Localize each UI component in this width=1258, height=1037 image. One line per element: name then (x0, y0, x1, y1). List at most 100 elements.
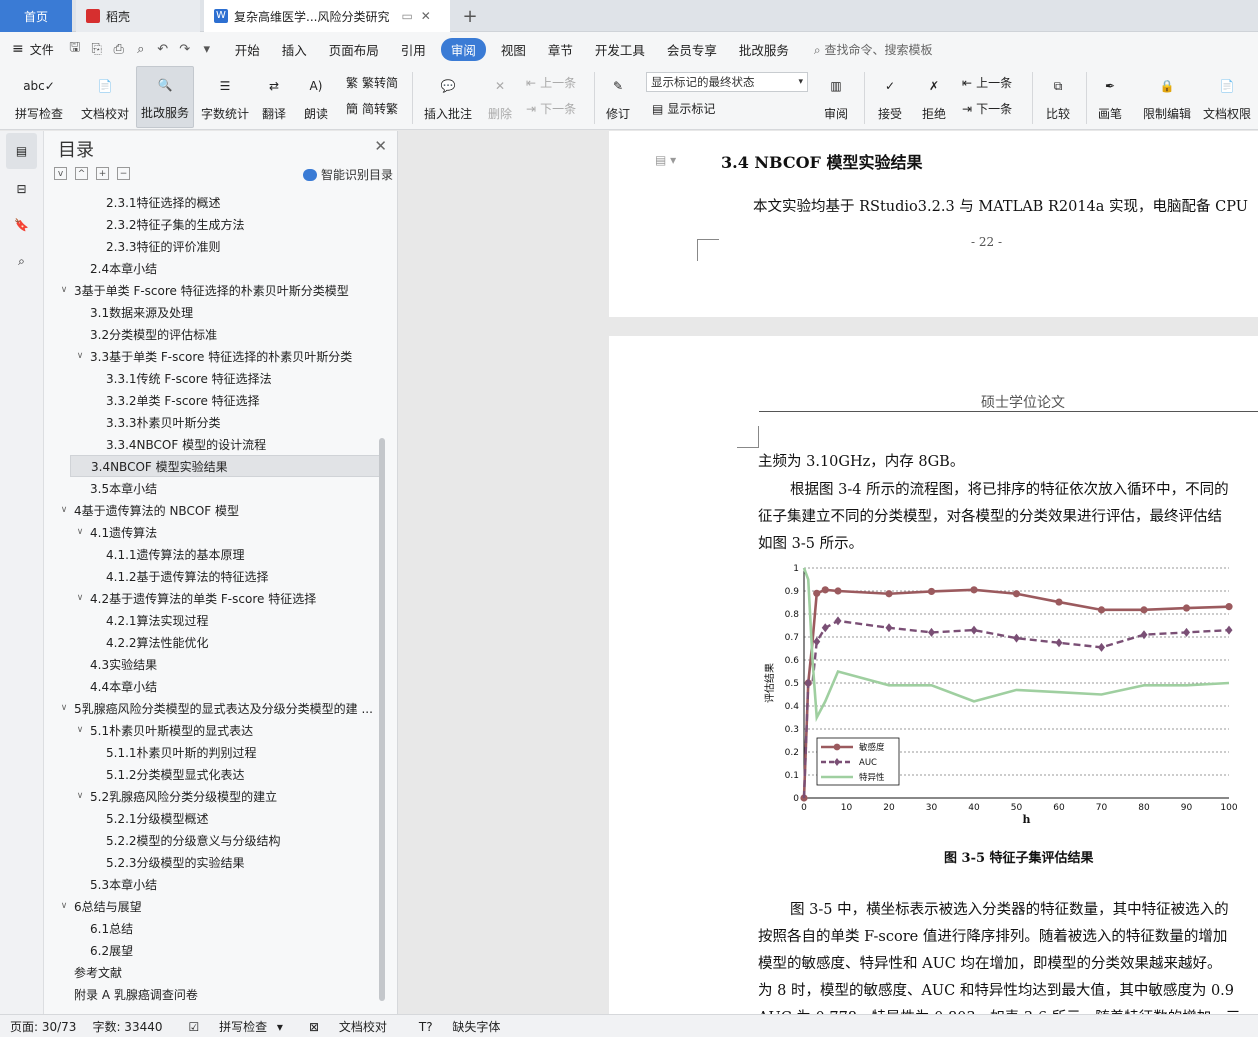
toc-item[interactable]: 附录 A 乳腺癌调查问卷 (44, 983, 384, 1005)
toc-item[interactable]: 6.2展望 (44, 939, 384, 961)
compare-button[interactable]: ⧉ 比较 (1038, 66, 1078, 128)
search-icon[interactable]: ⌕ (0, 243, 43, 279)
tab-daoke[interactable]: 稻壳 (76, 0, 200, 32)
menu-layout[interactable]: 页面布局 (318, 40, 390, 59)
toc-item[interactable]: 3.3.2单类 F-score 特征选择 (44, 389, 384, 411)
chevron-down-icon[interactable]: ∨ (74, 791, 86, 801)
toc-item[interactable]: 3.3.4NBCOF 模型的设计流程 (44, 433, 384, 455)
next-change-button[interactable]: ⇥ 下一条 (962, 100, 1012, 117)
menu-insert[interactable]: 插入 (271, 40, 318, 59)
toc-item[interactable]: ∨ 4.1遗传算法 (44, 521, 384, 543)
save-icon[interactable]: 🖫 (64, 38, 86, 60)
toc-item[interactable]: 4.3实验结果 (44, 653, 384, 675)
review-pane-button[interactable]: ▥ 审阅 (816, 66, 856, 128)
heading-style-icon[interactable]: ▤ ▾ (655, 153, 676, 167)
pin-icon[interactable]: ▭ (401, 9, 412, 23)
toc-item[interactable]: 2.4本章小结 (44, 257, 384, 279)
toc-item[interactable]: ∨ 4基于遗传算法的 NBCOF 模型 (44, 499, 384, 521)
smart-toc-button[interactable]: 智能识别目录 (302, 166, 393, 183)
toc-item[interactable]: ∨ 5.2乳腺癌风险分类分级模型的建立 (44, 785, 384, 807)
toc-item[interactable]: 3.1数据来源及处理 (44, 301, 384, 323)
menu-reference[interactable]: 引用 (390, 40, 437, 59)
toc-item[interactable]: ∨ 6总结与展望 (44, 895, 384, 917)
chevron-down-icon[interactable]: ∨ (74, 725, 86, 735)
translate-button[interactable]: ⇄ 翻译 (256, 66, 292, 128)
toc-item[interactable]: 3.4NBCOF 模型实验结果 (70, 455, 384, 477)
pen-button[interactable]: ✒ 画笔 (1092, 66, 1128, 128)
toc-item[interactable]: 5.2.2模型的分级意义与分级结构 (44, 829, 384, 851)
toc-item[interactable]: 4.2.1算法实现过程 (44, 609, 384, 631)
menu-devtools[interactable]: 开发工具 (584, 40, 656, 59)
toc-item[interactable]: 3.5本章小结 (44, 477, 384, 499)
export-icon[interactable]: ⎘ (86, 42, 108, 57)
add-icon[interactable]: + (96, 167, 109, 180)
toc-item[interactable]: ∨ 3基于单类 F-score 特征选择的朴素贝叶斯分类模型 (44, 279, 384, 301)
insert-comment-button[interactable]: 💬 插入批注 (420, 66, 476, 128)
doc-check-button[interactable]: 📄 文档校对 (76, 66, 134, 128)
redo-icon[interactable]: ↷ (174, 42, 196, 57)
toc-item[interactable]: 5.1.2分类模型显式化表达 (44, 763, 384, 785)
bookmark-icon[interactable]: 🔖 (0, 207, 43, 243)
doc-check-status[interactable]: ⊠ 文档校对 (299, 1018, 393, 1035)
delete-comment-button[interactable]: ✕ 删除 (480, 66, 520, 128)
markup-state-select[interactable]: 显示标记的最终状态 ▾ (646, 72, 808, 92)
toc-item[interactable]: 参考文献 (44, 961, 384, 983)
simp-to-trad-button[interactable]: 簡简转繁 (346, 100, 398, 117)
toc-item[interactable]: 3.2分类模型的评估标准 (44, 323, 384, 345)
toc-scrollbar[interactable] (379, 438, 385, 1001)
toc-item[interactable]: 6.1总结 (44, 917, 384, 939)
toc-panel-icon[interactable]: ▤ (6, 133, 37, 169)
trad-to-simp-button[interactable]: 繁繁转简 (346, 74, 398, 91)
minus-icon[interactable]: − (117, 167, 130, 180)
chevron-down-icon[interactable]: ∨ (74, 527, 86, 537)
review-service-button[interactable]: 🔍 批改服务 (136, 66, 194, 128)
chevron-down-icon[interactable]: ∨ (74, 351, 86, 361)
toc-item[interactable]: ∨ 3.3基于单类 F-score 特征选择的朴素贝叶斯分类 (44, 345, 384, 367)
doc-permission-button[interactable]: 📄 文档权限 (1198, 66, 1256, 128)
chevron-down-icon[interactable]: ∨ (58, 703, 70, 713)
toc-item[interactable]: 5.2.1分级模型概述 (44, 807, 384, 829)
command-search[interactable]: ⌕ 查找命令、搜索模板 (814, 41, 933, 58)
close-tab-icon[interactable]: ✕ (421, 9, 431, 23)
track-changes-button[interactable]: ✎ 修订 (600, 66, 636, 128)
menu-chapter[interactable]: 章节 (537, 40, 584, 59)
chevron-down-icon[interactable]: ∨ (58, 505, 70, 515)
menu-review[interactable]: 审阅 (440, 37, 486, 61)
prev-change-button[interactable]: ⇤ 上一条 (962, 74, 1012, 91)
missing-font-status[interactable]: T? 缺失字体 (409, 1018, 507, 1035)
menu-member[interactable]: 会员专享 (656, 40, 728, 59)
toc-item[interactable]: ∨ 4.2基于遗传算法的单类 F-score 特征选择 (44, 587, 384, 609)
expand-up-icon[interactable]: ^ (75, 167, 88, 180)
undo-icon[interactable]: ↶ (152, 42, 174, 57)
word-count-button[interactable]: ☰ 字数统计 (198, 66, 252, 128)
file-menu[interactable]: ≡ 文件 (0, 41, 54, 58)
navigation-icon[interactable]: ⊟ (0, 171, 43, 207)
toc-item[interactable]: 2.3.2特征子集的生成方法 (44, 213, 384, 235)
spell-check-button[interactable]: abc✓ 拼写检查 (6, 66, 72, 128)
word-count[interactable]: 字数: 33440 (92, 1018, 162, 1035)
print-icon[interactable]: ⎙ (108, 42, 130, 57)
toc-item[interactable]: 5.2.3分级模型的实验结果 (44, 851, 384, 873)
spell-check-status[interactable]: ☑ 拼写检查 ▾ (179, 1018, 283, 1035)
new-tab-button[interactable]: + (456, 0, 484, 32)
toc-item[interactable]: 4.2.2算法性能优化 (44, 631, 384, 653)
menu-start[interactable]: 开始 (224, 40, 271, 59)
toc-item[interactable]: ∨ 5.1朴素贝叶斯模型的显式表达 (44, 719, 384, 741)
preview-icon[interactable]: ⌕ (130, 42, 152, 57)
chevron-down-icon[interactable]: ∨ (58, 901, 70, 911)
toc-item[interactable]: 4.4本章小结 (44, 675, 384, 697)
toc-item[interactable]: 2.3.1特征选择的概述 (44, 191, 384, 213)
toc-item[interactable]: 4.1.2基于遗传算法的特征选择 (44, 565, 384, 587)
show-markup-button[interactable]: ▤ 显示标记 (652, 100, 715, 117)
toc-item[interactable]: 4.1.1遗传算法的基本原理 (44, 543, 384, 565)
toc-item[interactable]: ∨ 5乳腺癌风险分类模型的显式表达及分级分类模型的建 ... (44, 697, 384, 719)
read-aloud-button[interactable]: A) 朗读 (296, 66, 336, 128)
toc-item[interactable]: 5.1.1朴素贝叶斯的判别过程 (44, 741, 384, 763)
restrict-edit-button[interactable]: 🔒 限制编辑 (1138, 66, 1196, 128)
tab-home[interactable]: 首页 (0, 0, 72, 32)
next-comment-button[interactable]: ⇥ 下一条 (526, 100, 576, 117)
toc-item[interactable]: 3.3.1传统 F-score 特征选择法 (44, 367, 384, 389)
reject-button[interactable]: ✗ 拒绝 (914, 66, 954, 128)
menu-grading[interactable]: 批改服务 (728, 40, 800, 59)
toc-item[interactable]: 2.3.3特征的评价准则 (44, 235, 384, 257)
